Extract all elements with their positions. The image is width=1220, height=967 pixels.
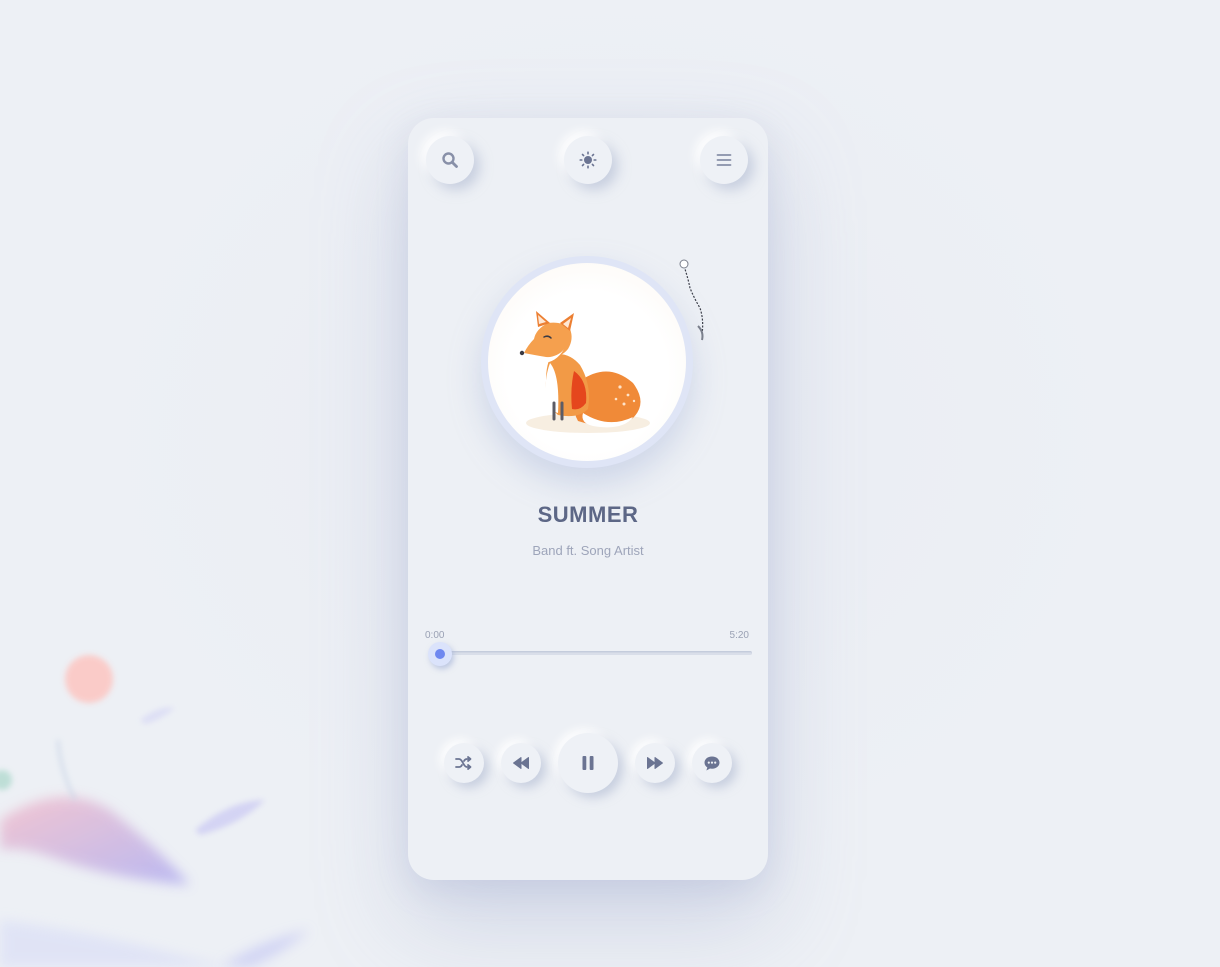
- theme-toggle-button[interactable]: [564, 136, 612, 184]
- chat-button[interactable]: [692, 743, 732, 783]
- hamburger-menu-icon: [716, 154, 732, 166]
- search-button[interactable]: [426, 136, 474, 184]
- rewind-icon: [513, 757, 529, 769]
- progress-thumb[interactable]: [428, 642, 452, 666]
- current-time: 0:00: [425, 630, 445, 641]
- fast-forward-icon: [647, 757, 663, 769]
- music-player-card: SUMMER Band ft. Song Artist 0:00 5:20: [408, 118, 768, 880]
- sun-icon: [579, 151, 597, 169]
- total-time: 5:20: [729, 630, 749, 641]
- fox-illustration: [519, 311, 650, 433]
- progress-track[interactable]: [438, 651, 752, 655]
- earphone-cable-icon: [679, 259, 704, 341]
- shuffle-icon: [455, 756, 472, 770]
- album-art: [488, 263, 686, 461]
- next-button[interactable]: [635, 743, 675, 783]
- pause-icon: [582, 756, 594, 770]
- menu-button[interactable]: [700, 136, 748, 184]
- song-title: SUMMER: [537, 502, 639, 527]
- page-background: SUMMER Band ft. Song Artist 0:00 5:20: [0, 0, 1220, 967]
- album-art-frame: [481, 256, 693, 468]
- shuffle-button[interactable]: [444, 743, 484, 783]
- song-artist: Band ft. Song Artist: [532, 543, 644, 558]
- play-pause-button[interactable]: [558, 733, 618, 793]
- previous-button[interactable]: [501, 743, 541, 783]
- chat-bubble-icon: [704, 756, 720, 770]
- search-icon: [442, 152, 458, 168]
